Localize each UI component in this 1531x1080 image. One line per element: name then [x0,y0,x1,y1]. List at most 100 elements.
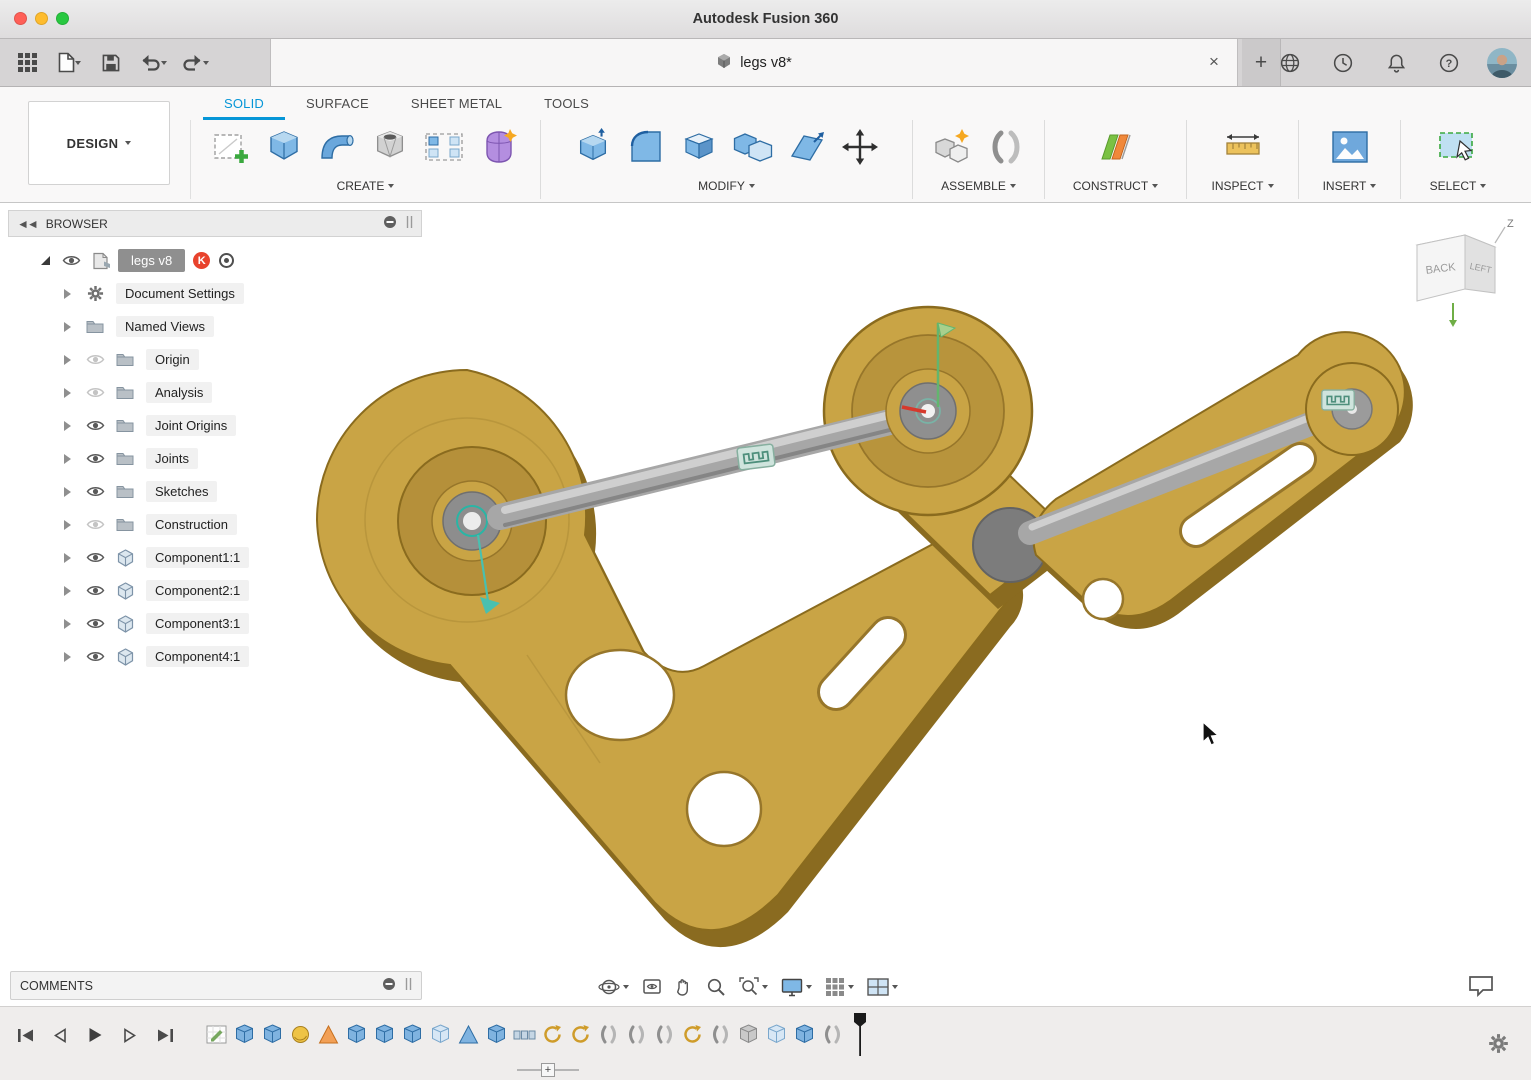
combine-icon[interactable] [733,128,773,171]
app-launcher-button[interactable] [8,47,46,79]
timeline-op-box-icon[interactable] [793,1023,816,1046]
step-back-button[interactable] [47,1022,73,1048]
document-tab[interactable]: legs v8* × [270,39,1238,86]
offset-face-icon[interactable] [788,128,826,171]
comments-bar[interactable]: COMMENTS [10,971,422,1000]
timeline-op-tri-blue-icon[interactable] [457,1023,480,1046]
expand-caret-icon[interactable] [64,487,71,497]
rectangular-pattern-icon[interactable] [424,128,464,171]
timeline-op-box-icon[interactable] [345,1023,368,1046]
timeline-op-box-gray-icon[interactable] [737,1023,760,1046]
redo-button[interactable] [176,47,214,79]
timeline-zoom-slider[interactable]: + [517,1063,579,1077]
browser-item-origin[interactable]: Origin [8,343,422,376]
viewport-3d[interactable]: BACK LEFT Z ◄◄ BROWSER legs v8 [0,203,1531,1006]
timeline-op-box-light-icon[interactable] [429,1023,452,1046]
browser-item-sketches[interactable]: Sketches [8,475,422,508]
expand-caret-icon[interactable] [64,454,71,464]
visibility-eye-icon[interactable] [80,485,110,498]
tab-tools[interactable]: TOOLS [523,89,610,120]
ribbon-group-label[interactable]: INSERT [1323,179,1377,199]
browser-header[interactable]: ◄◄ BROWSER [8,210,422,237]
visibility-eye-icon[interactable] [80,551,110,564]
display-settings[interactable] [781,977,812,997]
browser-item-component2-1[interactable]: Component2:1 [8,574,422,607]
expand-caret-icon[interactable] [64,355,71,365]
visibility-eye-icon[interactable] [80,584,110,597]
grid-and-snaps[interactable] [825,977,854,997]
expand-caret-icon[interactable] [64,553,71,563]
visibility-eye-icon[interactable] [80,386,110,399]
new-component-icon[interactable] [932,127,972,172]
visibility-eye-icon[interactable] [80,419,110,432]
ribbon-group-label[interactable]: CREATE [337,179,395,199]
workspace-switcher[interactable]: DESIGN [28,101,170,185]
timeline-op-jointop-icon[interactable] [821,1023,844,1046]
browser-item-component4-1[interactable]: Component4:1 [8,640,422,673]
play-button[interactable] [82,1022,108,1048]
go-to-start-button[interactable] [12,1022,38,1048]
timeline-op-sketch-icon[interactable] [205,1023,228,1046]
browser-item-joints[interactable]: Joints [8,442,422,475]
browser-item-analysis[interactable]: Analysis [8,376,422,409]
zoom-window-button[interactable] [56,12,69,25]
timeline-op-revolve-icon[interactable] [569,1023,592,1046]
timeline-op-box-icon[interactable] [373,1023,396,1046]
orbit-tool[interactable] [598,977,629,997]
activate-radio[interactable] [219,253,234,268]
profile-avatar[interactable] [1483,47,1521,79]
sweep-icon[interactable] [318,128,356,171]
expand-caret-icon[interactable] [64,322,71,332]
look-at-tool[interactable] [642,977,662,997]
timeline-op-box-icon[interactable] [261,1023,284,1046]
close-window-button[interactable] [14,12,27,25]
ribbon-group-label[interactable]: INSPECT [1211,179,1273,199]
tab-solid[interactable]: SOLID [203,89,285,120]
press-pull-icon[interactable] [574,128,612,171]
step-forward-button[interactable] [117,1022,143,1048]
construct-plane-icon[interactable] [1096,127,1136,172]
recent-button[interactable] [1324,47,1362,79]
expand-caret-icon[interactable] [64,586,71,596]
browser-root-label[interactable]: legs v8 [118,249,185,272]
timeline-op-tri-orange-icon[interactable] [317,1023,340,1046]
timeline-op-gold-icon[interactable] [289,1023,312,1046]
create-sketch-icon[interactable] [212,128,250,171]
panel-resize-handle[interactable] [406,215,413,232]
panel-resize-handle[interactable] [405,977,412,994]
move-copy-icon[interactable] [841,128,879,171]
browser-item-document-settings[interactable]: Document Settings [8,277,422,310]
comment-bubble-button[interactable] [1468,975,1494,1002]
timeline-op-dims-icon[interactable] [513,1023,536,1046]
timeline-op-revolve-icon[interactable] [541,1023,564,1046]
visibility-eye-icon[interactable] [80,518,110,531]
view-cube[interactable]: BACK LEFT Z [1403,215,1523,333]
timeline-op-jointop-icon[interactable] [597,1023,620,1046]
timeline-op-box-light-icon[interactable] [765,1023,788,1046]
help-button[interactable]: ? [1430,47,1468,79]
expand-caret-icon[interactable] [64,421,71,431]
zoom-tool[interactable] [706,977,726,997]
minimize-window-button[interactable] [35,12,48,25]
timeline-op-revolve-icon[interactable] [681,1023,704,1046]
ribbon-group-label[interactable]: SELECT [1430,179,1487,199]
visibility-eye-icon[interactable] [80,617,110,630]
expand-caret-icon[interactable] [64,520,71,530]
timeline-op-box-icon[interactable] [401,1023,424,1046]
timeline-op-jointop-icon[interactable] [709,1023,732,1046]
expand-caret-icon[interactable] [64,619,71,629]
timeline-settings-gear-icon[interactable] [1488,1033,1509,1059]
timeline-playhead[interactable] [853,1012,867,1063]
tab-surface[interactable]: SURFACE [285,89,390,120]
measure-icon[interactable] [1223,129,1263,170]
visibility-eye-icon[interactable] [80,353,110,366]
panel-options-icon[interactable] [382,977,396,994]
timeline-op-box-icon[interactable] [485,1023,508,1046]
viewports[interactable] [867,978,898,996]
expand-caret-icon[interactable] [41,256,50,265]
create-form-icon[interactable] [479,127,519,172]
timeline-op-box-icon[interactable] [233,1023,256,1046]
browser-item-component1-1[interactable]: Component1:1 [8,541,422,574]
shell-icon[interactable] [680,128,718,171]
expand-caret-icon[interactable] [64,289,71,299]
